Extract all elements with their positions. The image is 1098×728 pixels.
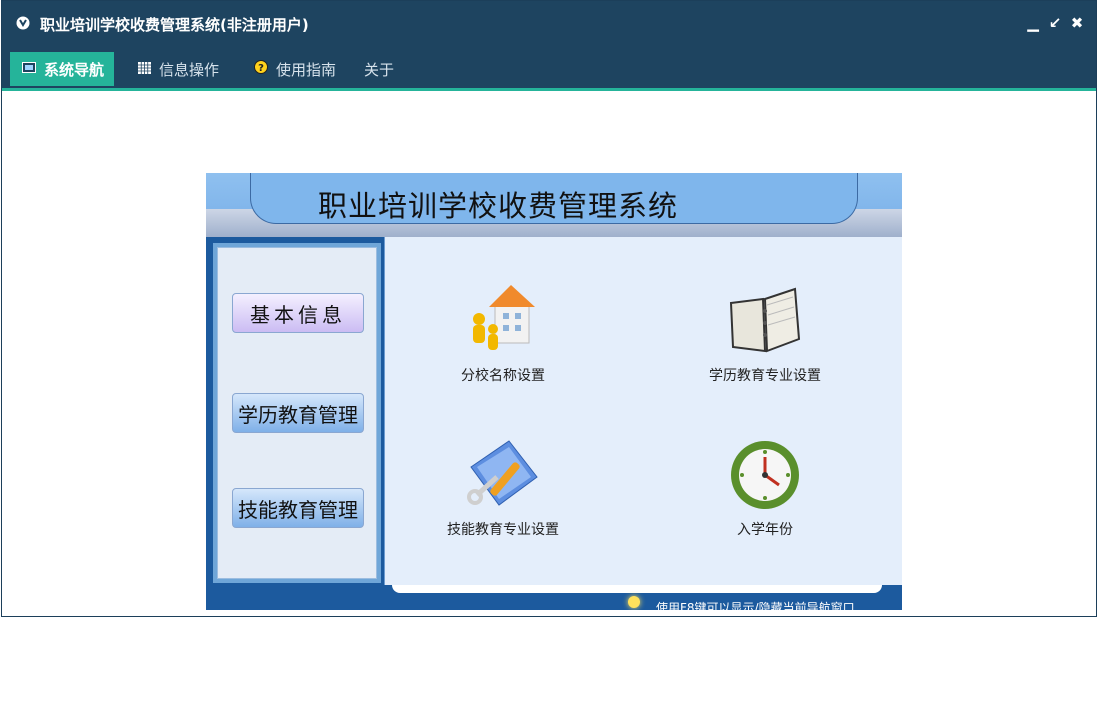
- item-label: 学历教育专业设置: [709, 368, 821, 384]
- tab-user-guide[interactable]: ? 使用指南: [254, 52, 336, 86]
- app-logo-icon: [16, 16, 30, 30]
- clock-icon: [731, 441, 799, 509]
- notebook-icon: [729, 287, 801, 353]
- settings-tools-icon: [467, 440, 538, 506]
- skill-major-settings[interactable]: 技能教育专业设置: [413, 437, 593, 539]
- lightbulb-icon: [628, 596, 640, 608]
- svg-text:?: ?: [258, 63, 264, 74]
- title-bar: 职业培训学校收费管理系统(非注册用户) ▁ ↙ ✖: [2, 1, 1096, 46]
- enrollment-year[interactable]: 入学年份: [675, 437, 855, 539]
- footer-tab: [392, 585, 882, 593]
- footer-tip: 使用F8键可以显示/隐藏当前导航窗口: [656, 601, 855, 610]
- tab-label: 使用指南: [276, 60, 337, 79]
- minimize-icon[interactable]: ▁: [1025, 15, 1041, 31]
- academic-major-settings[interactable]: 学历教育专业设置: [675, 281, 855, 385]
- item-label: 分校名称设置: [461, 368, 545, 384]
- sidebar-inner: 基本信息 学历教育管理 技能教育管理: [217, 247, 377, 579]
- tab-about[interactable]: 关于: [364, 52, 394, 86]
- menu-bar: 系统导航 信息操作 ? 使用指南 关于: [2, 46, 1096, 91]
- basic-info-button[interactable]: 基本信息: [232, 293, 364, 333]
- main-window: 职业培训学校收费管理系统(非注册用户) ▁ ↙ ✖ 系统导航 信息操作 ? 使用…: [1, 0, 1097, 617]
- app-sidebar: 基本信息 学历教育管理 技能教育管理: [213, 243, 381, 583]
- monitor-icon: [22, 60, 36, 78]
- embedded-navigation-panel: 职业培训学校收费管理系统 基本信息 学历教育管理 技能教育管理 分校名称设置 学…: [206, 173, 902, 610]
- app-header: 职业培训学校收费管理系统: [206, 173, 902, 237]
- tab-label: 系统导航: [44, 60, 105, 79]
- item-label: 入学年份: [737, 522, 793, 538]
- content-area: 职业培训学校收费管理系统 基本信息 学历教育管理 技能教育管理 分校名称设置 学…: [2, 91, 1096, 616]
- tab-system-navigation[interactable]: 系统导航: [10, 52, 115, 86]
- tab-info-operations[interactable]: 信息操作: [138, 52, 219, 86]
- close-icon[interactable]: ✖: [1069, 15, 1085, 31]
- academic-education-button[interactable]: 学历教育管理: [232, 393, 364, 433]
- school-building-icon: [473, 285, 535, 350]
- window-title: 职业培训学校收费管理系统(非注册用户): [40, 16, 309, 34]
- skill-education-button[interactable]: 技能教育管理: [232, 488, 364, 528]
- branch-name-settings[interactable]: 分校名称设置: [413, 281, 593, 385]
- tab-label: 信息操作: [159, 60, 220, 79]
- tab-label: 关于: [364, 60, 395, 79]
- app-footer: 使用F8键可以显示/隐藏当前导航窗口: [206, 585, 902, 610]
- grid-icon: [138, 60, 151, 78]
- app-title: 职业培训学校收费管理系统: [318, 189, 679, 223]
- restore-icon[interactable]: ↙: [1047, 15, 1063, 31]
- item-label: 技能教育专业设置: [447, 522, 559, 538]
- app-main-panel: 分校名称设置 学历教育专业设置 技能教育专业设置 入学年份: [384, 237, 902, 585]
- help-icon: ?: [254, 60, 268, 78]
